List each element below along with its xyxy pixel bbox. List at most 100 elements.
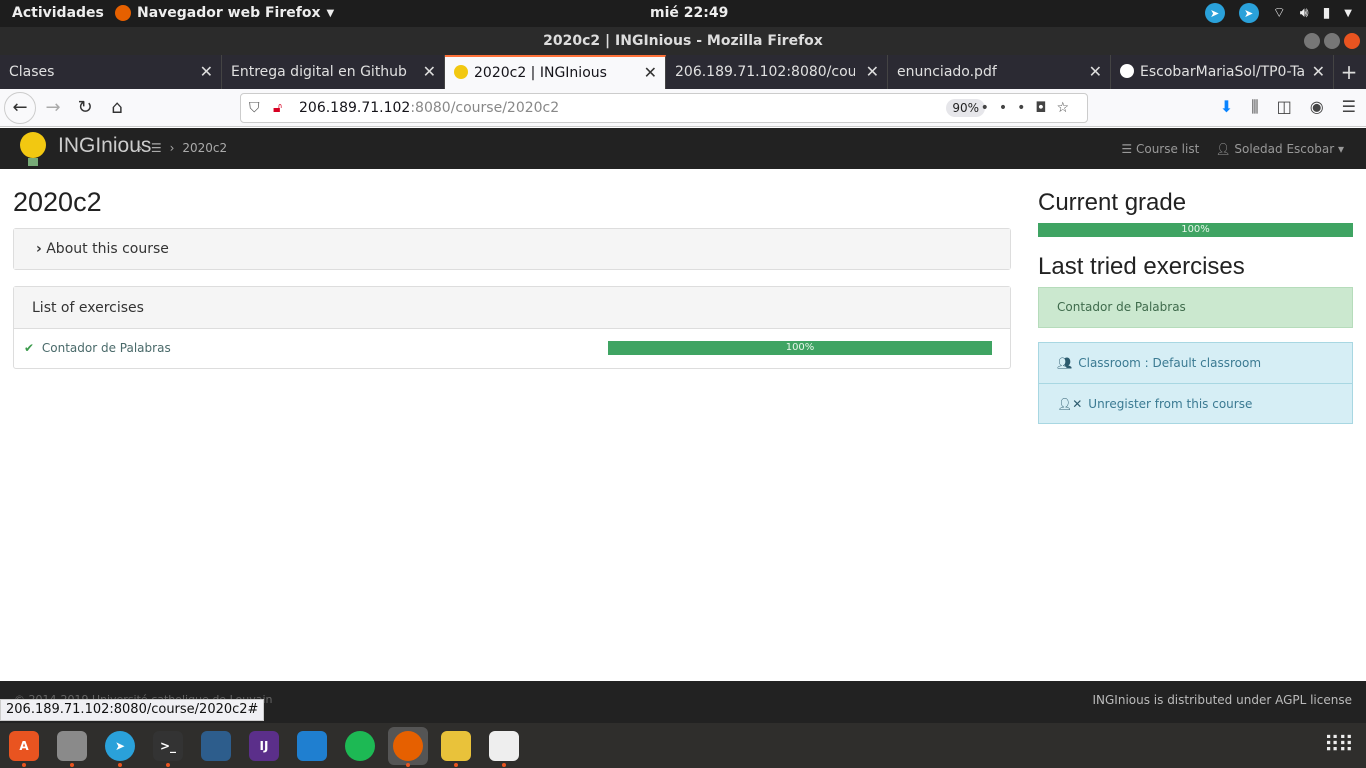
dock-item[interactable] [340,727,380,765]
firefox-icon [115,5,131,21]
system-menu-caret-icon[interactable]: ▼ [1344,8,1352,19]
exercise-row[interactable]: ✔ Contador de Palabras 100% [14,329,1010,368]
clock[interactable]: mié 22:49 [650,5,728,21]
insecure-lock-icon[interactable]: 🔓︎ [273,94,282,122]
account-icon[interactable]: ◉ [1310,97,1324,117]
unregister-label: Unregister from this course [1088,397,1253,411]
navbar-right: ☰ Course list 👤︎ Soledad Escobar ▾ [1121,142,1344,156]
grade-progress-bar: 100% [1038,223,1353,237]
app-menu[interactable]: Navegador web Firefox ▼ [115,5,334,21]
tab-entrega-digital[interactable]: Entrega digital en Github y ✕ [222,55,445,89]
sidebar-icon[interactable]: ◫ [1277,97,1292,117]
wifi-icon: ⌔ [1272,5,1286,21]
last-tried-item[interactable]: Contador de Palabras [1038,287,1353,328]
maximize-button[interactable] [1324,33,1340,49]
classroom-link[interactable]: 👥︎ Classroom : Default classroom [1039,343,1352,383]
back-button[interactable]: ← [4,92,36,124]
close-window-button[interactable] [1344,33,1360,49]
inginious-logo[interactable] [20,132,46,166]
downloads-icon[interactable]: ⬇ [1220,97,1233,117]
reload-button[interactable]: ↻ [70,93,100,123]
tab-enunciado-pdf[interactable]: enunciado.pdf ✕ [888,55,1111,89]
exercise-list-heading: List of exercises [14,287,1010,329]
running-indicator [406,763,410,767]
tab-course-url[interactable]: 206.189.71.102:8080/course ✕ [666,55,888,89]
software-center-icon: A [9,731,39,761]
list-icon: ☰ [1121,142,1136,156]
exercise-progress-bar: 100% [608,341,992,355]
close-tab-icon[interactable]: ✕ [1312,55,1325,89]
close-tab-icon[interactable]: ✕ [1089,55,1102,89]
chevron-right-icon: › [138,141,143,155]
exercise-name[interactable]: Contador de Palabras [42,341,171,355]
bookmark-star-icon[interactable]: ☆ [1056,100,1079,116]
close-tab-icon[interactable]: ✕ [644,57,657,89]
close-tab-icon[interactable]: ✕ [423,55,436,89]
url-path: :8080/course/2020c2 [410,100,560,116]
close-tab-icon[interactable]: ✕ [866,55,879,89]
dock-item[interactable] [52,727,92,767]
dock-item[interactable]: A [4,727,44,767]
exercise-progress-label: 100% [785,342,815,353]
course-list-breadcrumb-icon[interactable]: ☰ [151,141,162,155]
about-course-header[interactable]: › About this course [14,229,1010,269]
breadcrumb-course[interactable]: 2020c2 [182,141,227,155]
exercise-list-panel: List of exercises ✔ Contador de Palabras… [13,286,1011,369]
tab-inginious[interactable]: 2020c2 | INGInious ✕ [445,55,666,89]
firefox-icon [393,731,423,761]
user-name: Soledad Escobar [1234,142,1335,156]
window-controls [1304,33,1360,49]
course-list-link[interactable]: ☰ Course list [1121,142,1199,156]
dock-item[interactable] [196,727,236,765]
spotify-icon [345,731,375,761]
chevron-right-icon: › [169,141,175,155]
tab-label: Clases [9,64,55,80]
hamburger-menu-icon[interactable]: ☰ [1342,97,1356,117]
tab-clases[interactable]: Clases ✕ [0,55,222,89]
navigation-toolbar: ← → ↻ ⌂ ⛉ 🔓︎ 206.189.71.102:8080/course/… [0,89,1366,127]
library-icon[interactable]: ⫼ [1251,97,1258,117]
vscode-icon [297,731,327,761]
close-tab-icon[interactable]: ✕ [200,55,213,89]
tab-github[interactable]: EscobarMariaSol/TP0-Ta ✕ [1111,55,1334,89]
last-tried-heading: Last tried exercises [1038,253,1245,280]
forward-button[interactable]: → [38,93,68,123]
classroom-box: 👥︎ Classroom : Default classroom 👤︎✕ Unreg… [1038,342,1353,424]
footer-license[interactable]: INGInious is distributed under AGPL lice… [1092,693,1352,707]
telegram-tray-icon-2[interactable]: ➤ [1238,3,1259,23]
zoom-indicator[interactable]: 90% [946,99,985,117]
minimize-button[interactable] [1304,33,1320,49]
dock-item[interactable] [292,727,332,765]
show-applications-icon[interactable]: ⠿⠿ [1324,733,1354,758]
text-editor-icon [489,731,519,761]
unregister-link[interactable]: 👤︎✕ Unregister from this course [1039,383,1352,423]
toolbar-right: ⬇ ⫼ ◫ ◉ ☰ [1220,97,1356,117]
pocket-icon[interactable]: ◘ [1035,100,1056,116]
caret-down-icon: ▼ [326,7,335,19]
tab-label: enunciado.pdf [897,64,997,80]
about-course-panel[interactable]: › About this course [13,228,1011,270]
dock-item[interactable] [436,727,476,767]
tracking-shield-icon[interactable]: ⛉ [249,94,260,122]
url-bar[interactable]: ⛉ 🔓︎ 206.189.71.102:8080/course/2020c2 9… [240,93,1088,123]
dock-item[interactable]: ➤ [100,727,140,767]
dock-item[interactable]: >_ [148,727,188,767]
activities-button[interactable]: Actividades [12,5,104,21]
url-text[interactable]: 206.189.71.102:8080/course/2020c2 [299,94,559,122]
system-tray[interactable]: ➤ ➤ ⌔ 🔊︎ ▮ ▼ [1204,3,1352,23]
teapot-icon [441,731,471,761]
mysql-workbench-icon [201,731,231,761]
dock-item[interactable] [484,727,524,767]
volume-icon: 🔊︎ [1299,5,1309,21]
classroom-label: Classroom : Default classroom [1078,356,1262,370]
user-menu[interactable]: 👤︎ Soledad Escobar ▾ [1215,142,1344,156]
window-title: 2020c2 | INGInious - Mozilla Firefox [543,33,823,49]
dock-item[interactable] [388,727,428,767]
page-actions[interactable]: •••◘☆ [981,94,1079,122]
home-button[interactable]: ⌂ [102,93,132,123]
gnome-top-bar: Actividades Navegador web Firefox ▼ mié … [0,0,1366,27]
telegram-tray-icon[interactable]: ➤ [1204,3,1225,23]
dock-item[interactable]: IJ [244,727,284,765]
new-tab-button[interactable]: + [1334,55,1364,89]
tab-strip: Clases ✕ Entrega digital en Github y ✕ 2… [0,55,1366,89]
